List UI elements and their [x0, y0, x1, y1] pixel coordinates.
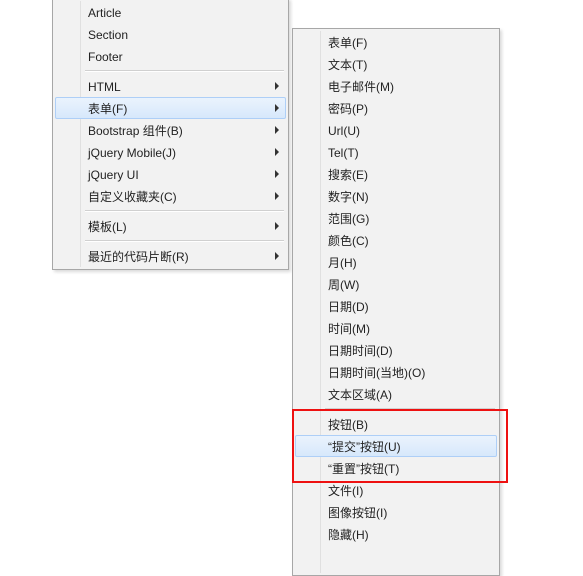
menu-separator	[85, 240, 284, 242]
context-menu-left: Article Section Footer HTML 表单(F) Bootstrap …	[52, 0, 289, 270]
menu-item-label: jQuery Mobile(J)	[88, 146, 176, 160]
menu-item-r-button[interactable]: 按钮(B)	[295, 413, 497, 435]
menu-item-label: 范围(G)	[328, 212, 369, 226]
menu-item-label: 图像按钮(I)	[328, 506, 387, 520]
menu-item-recent-snippets[interactable]: 最近的代码片断(R)	[55, 245, 286, 267]
menu-item-jquery-mobile[interactable]: jQuery Mobile(J)	[55, 141, 286, 163]
menu-separator	[325, 408, 495, 410]
menu-item-templates[interactable]: 模板(L)	[55, 215, 286, 237]
menu-item-label: 搜索(E)	[328, 168, 368, 182]
menu-item-r-datetime-local[interactable]: 日期时间(当地)(O)	[295, 361, 497, 383]
menu-item-label: 文本区域(A)	[328, 388, 392, 402]
menu-item-label: 周(W)	[328, 278, 359, 292]
menu-item-r-email[interactable]: 电子邮件(M)	[295, 75, 497, 97]
menu-item-bootstrap[interactable]: Bootstrap 组件(B)	[55, 119, 286, 141]
menu-item-label: Section	[88, 28, 128, 42]
menu-item-r-datetime[interactable]: 日期时间(D)	[295, 339, 497, 361]
menu-item-jquery-ui[interactable]: jQuery UI	[55, 163, 286, 185]
menu-item-label: 月(H)	[328, 256, 357, 270]
menu-item-r-number[interactable]: 数字(N)	[295, 185, 497, 207]
menu-item-label: “提交”按钮(U)	[328, 440, 401, 454]
menu-item-r-url[interactable]: Url(U)	[295, 119, 497, 141]
menu-item-label: Bootstrap 组件(B)	[88, 124, 183, 138]
menu-item-label: 颜色(C)	[328, 234, 369, 248]
menu-item-r-search[interactable]: 搜索(E)	[295, 163, 497, 185]
context-menu-form-submenu: 表单(F) 文本(T) 电子邮件(M) 密码(P) Url(U) Tel(T) 搜索(E) 数…	[292, 28, 500, 576]
menu-item-label: Footer	[88, 50, 123, 64]
menu-item-html[interactable]: HTML	[55, 75, 286, 97]
menu-item-label: 密码(P)	[328, 102, 368, 116]
menu-item-label: 表单(F)	[88, 102, 127, 116]
menu-item-label: 表单(F)	[328, 36, 367, 50]
menu-item-r-tel[interactable]: Tel(T)	[295, 141, 497, 163]
menu-item-r-image-button[interactable]: 图像按钮(I)	[295, 501, 497, 523]
menu-item-label: Article	[88, 6, 121, 20]
menu-item-label: 自定义收藏夹(C)	[88, 190, 177, 204]
menu-item-r-date[interactable]: 日期(D)	[295, 295, 497, 317]
menu-item-custom-fav[interactable]: 自定义收藏夹(C)	[55, 185, 286, 207]
menu-item-r-month[interactable]: 月(H)	[295, 251, 497, 273]
menu-item-label: 模板(L)	[88, 220, 127, 234]
menu-item-r-text[interactable]: 文本(T)	[295, 53, 497, 75]
menu-item-label: 最近的代码片断(R)	[88, 250, 189, 264]
menu-item-r-submit-button[interactable]: “提交”按钮(U)	[295, 435, 497, 457]
menu-item-label: HTML	[88, 80, 121, 94]
menu-item-label: 日期(D)	[328, 300, 369, 314]
menu-item-r-week[interactable]: 周(W)	[295, 273, 497, 295]
menu-item-r-password[interactable]: 密码(P)	[295, 97, 497, 119]
menu-separator	[85, 70, 284, 72]
menu-item-footer[interactable]: Footer	[55, 45, 286, 67]
menu-item-label: 隐藏(H)	[328, 528, 369, 542]
menu-item-label: 时间(M)	[328, 322, 370, 336]
menu-item-label: 文件(I)	[328, 484, 363, 498]
menu-item-label: “重置”按钮(T)	[328, 462, 399, 476]
menu-item-r-time[interactable]: 时间(M)	[295, 317, 497, 339]
menu-item-article[interactable]: Article	[55, 1, 286, 23]
menu-item-label: 数字(N)	[328, 190, 369, 204]
menu-item-r-color[interactable]: 颜色(C)	[295, 229, 497, 251]
menu-item-r-reset-button[interactable]: “重置”按钮(T)	[295, 457, 497, 479]
menu-item-r-range[interactable]: 范围(G)	[295, 207, 497, 229]
menu-item-label: 按钮(B)	[328, 418, 368, 432]
menu-item-r-form[interactable]: 表单(F)	[295, 31, 497, 53]
menu-item-r-textarea[interactable]: 文本区域(A)	[295, 383, 497, 405]
menu-item-label: 日期时间(当地)(O)	[328, 366, 425, 380]
menu-item-label: 文本(T)	[328, 58, 367, 72]
menu-item-label: 电子邮件(M)	[328, 80, 394, 94]
menu-item-label: Url(U)	[328, 124, 360, 138]
menu-item-r-hidden[interactable]: 隐藏(H)	[295, 523, 497, 545]
menu-item-r-file[interactable]: 文件(I)	[295, 479, 497, 501]
menu-item-label: jQuery UI	[88, 168, 139, 182]
menu-item-section[interactable]: Section	[55, 23, 286, 45]
menu-separator	[85, 210, 284, 212]
menu-item-label: Tel(T)	[328, 146, 359, 160]
menu-item-form[interactable]: 表单(F)	[55, 97, 286, 119]
menu-item-label: 日期时间(D)	[328, 344, 393, 358]
